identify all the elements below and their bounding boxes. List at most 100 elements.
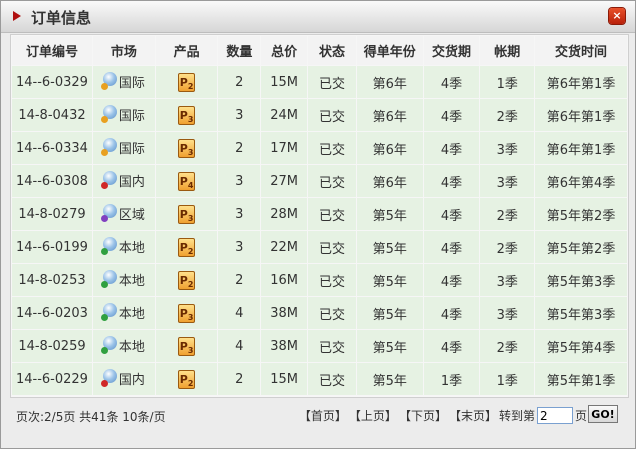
product-number: 2 — [187, 246, 194, 256]
total-price-cell: 15M — [261, 66, 308, 98]
payment-term-cell: 1季 — [480, 66, 535, 98]
quantity-cell: 4 — [218, 297, 261, 329]
delivery-time-cell: 第6年第1季 — [535, 99, 627, 131]
title-arrow-icon — [13, 11, 21, 21]
close-icon[interactable]: × — [609, 8, 625, 24]
first-page-link[interactable]: 【首页】 — [299, 407, 347, 424]
order-year-cell: 第5年 — [356, 198, 423, 230]
market-label: 国际 — [100, 138, 145, 157]
column-header: 产品 — [155, 36, 218, 65]
order-year-cell: 第6年 — [356, 132, 423, 164]
market-cell: 国际 — [92, 66, 155, 98]
prev-page-link[interactable]: 【上页】 — [349, 407, 397, 424]
payment-term-cell: 3季 — [480, 165, 535, 197]
total-price-cell: 17M — [261, 132, 308, 164]
market-cell: 国内 — [92, 363, 155, 395]
quantity-cell: 3 — [218, 231, 261, 263]
product-number: 3 — [187, 345, 194, 355]
quantity-cell: 3 — [218, 165, 261, 197]
total-price-cell: 15M — [261, 363, 308, 395]
window-title: 订单信息 — [31, 9, 92, 27]
order-table-panel: 订单编号 市场 产品 数量 总价 状态 得单年份 交货期 帐期 交货时间 14--6-0329 国际… — [10, 34, 629, 398]
market-label: 国际 — [100, 72, 145, 91]
status-cell: 已交 — [308, 363, 356, 395]
payment-term-cell: 2季 — [480, 231, 535, 263]
product-badge-icon: P3 — [178, 336, 196, 356]
table-row[interactable]: 14--6-0229 国内 P2 2 15M 已交 第5年 1季 1季 第5年第1季 — [12, 363, 627, 395]
order-id-cell: 14--6-0229 — [12, 363, 92, 395]
status-cell: 已交 — [308, 330, 356, 362]
market-text: 本地 — [118, 339, 145, 355]
column-header: 数量 — [218, 36, 261, 65]
product-badge-icon: P2 — [178, 72, 196, 92]
order-year-cell: 第6年 — [356, 165, 423, 197]
status-cell: 已交 — [308, 297, 356, 329]
table-body: 14--6-0329 国际 P2 2 15M 已交 第6年 4季 1季 第6年第1季 14-8-04… — [12, 66, 627, 395]
goto-prefix-label: 转到第 — [498, 409, 535, 423]
globe-icon — [100, 303, 117, 322]
market-dot-icon — [100, 83, 108, 91]
market-cell: 本地 — [92, 297, 155, 329]
payment-term-cell: 3季 — [480, 132, 535, 164]
market-dot-icon — [100, 281, 108, 289]
pager-controls: 【首页】 【上页】 【下页】 【末页】 转到第 页 — [299, 407, 587, 424]
product-badge-icon: P2 — [178, 270, 196, 290]
order-id-cell: 14-8-0432 — [12, 99, 92, 131]
table-row[interactable]: 14-8-0432 国际 P3 3 24M 已交 第6年 4季 2季 第6年第1季 — [12, 99, 627, 131]
globe-icon — [100, 138, 117, 157]
order-year-cell: 第5年 — [356, 297, 423, 329]
table-row[interactable]: 14-8-0259 本地 P3 4 38M 已交 第5年 4季 2季 第5年第4季 — [12, 330, 627, 362]
title-bar: 订单信息 × — [1, 1, 635, 33]
table-header-row: 订单编号 市场 产品 数量 总价 状态 得单年份 交货期 帐期 交货时间 — [12, 36, 627, 65]
next-page-link[interactable]: 【下页】 — [399, 407, 447, 424]
page-number-input[interactable] — [536, 407, 573, 424]
table-row[interactable]: 14--6-0203 本地 P3 4 38M 已交 第5年 4季 3季 第5年第3季 — [12, 297, 627, 329]
order-id-cell: 14--6-0203 — [12, 297, 92, 329]
page-info: 页次:2/5页 共41条 10条/页 — [16, 410, 166, 424]
table-row[interactable]: 14-8-0279 区域 P3 3 28M 已交 第5年 4季 2季 第5年第2季 — [12, 198, 627, 230]
product-letter: P — [179, 273, 188, 287]
product-badge-icon: P2 — [178, 237, 196, 257]
column-header: 状态 — [308, 36, 356, 65]
delivery-period-cell: 4季 — [423, 297, 480, 329]
table-row[interactable]: 14--6-0334 国际 P3 2 17M 已交 第6年 4季 3季 第6年第1季 — [12, 132, 627, 164]
market-dot-icon — [100, 248, 108, 256]
market-text: 本地 — [118, 240, 145, 256]
product-cell: P3 — [155, 99, 218, 131]
product-letter: P — [179, 75, 188, 89]
last-page-link[interactable]: 【末页】 — [449, 407, 497, 424]
globe-icon — [100, 171, 117, 190]
product-cell: P4 — [155, 165, 218, 197]
column-header: 市场 — [92, 36, 155, 65]
delivery-time-cell: 第5年第2季 — [535, 231, 627, 263]
table-row[interactable]: 14--6-0308 国内 P4 3 27M 已交 第6年 4季 3季 第6年第4季 — [12, 165, 627, 197]
market-label: 国内 — [100, 369, 145, 388]
delivery-period-cell: 4季 — [423, 165, 480, 197]
delivery-period-cell: 1季 — [423, 363, 480, 395]
globe-icon — [100, 72, 117, 91]
go-button[interactable]: GO! — [588, 405, 618, 423]
order-id-cell: 14--6-0329 — [12, 66, 92, 98]
table-row[interactable]: 14-8-0253 本地 P2 2 16M 已交 第5年 4季 3季 第5年第3季 — [12, 264, 627, 296]
table-row[interactable]: 14--6-0199 本地 P2 3 22M 已交 第5年 4季 2季 第5年第2季 — [12, 231, 627, 263]
delivery-period-cell: 4季 — [423, 66, 480, 98]
total-price-cell: 22M — [261, 231, 308, 263]
market-cell: 国内 — [92, 165, 155, 197]
quantity-cell: 2 — [218, 363, 261, 395]
market-label: 国际 — [100, 105, 145, 124]
delivery-time-cell: 第5年第3季 — [535, 264, 627, 296]
order-table: 订单编号 市场 产品 数量 总价 状态 得单年份 交货期 帐期 交货时间 14--6-0329 国际… — [11, 35, 628, 396]
total-price-cell: 24M — [261, 99, 308, 131]
market-cell: 国际 — [92, 132, 155, 164]
delivery-period-cell: 4季 — [423, 330, 480, 362]
market-dot-icon — [100, 215, 108, 223]
table-row[interactable]: 14--6-0329 国际 P2 2 15M 已交 第6年 4季 1季 第6年第1季 — [12, 66, 627, 98]
product-badge-icon: P3 — [178, 138, 196, 158]
market-text: 国际 — [118, 108, 145, 124]
globe-icon — [100, 270, 117, 289]
product-number: 3 — [187, 213, 194, 223]
product-cell: P2 — [155, 363, 218, 395]
status-cell: 已交 — [308, 99, 356, 131]
market-label: 本地 — [100, 336, 145, 355]
pagination-bar: 页次:2/5页 共41条 10条/页 【首页】 【上页】 【下页】 【末页】 转… — [10, 399, 627, 431]
